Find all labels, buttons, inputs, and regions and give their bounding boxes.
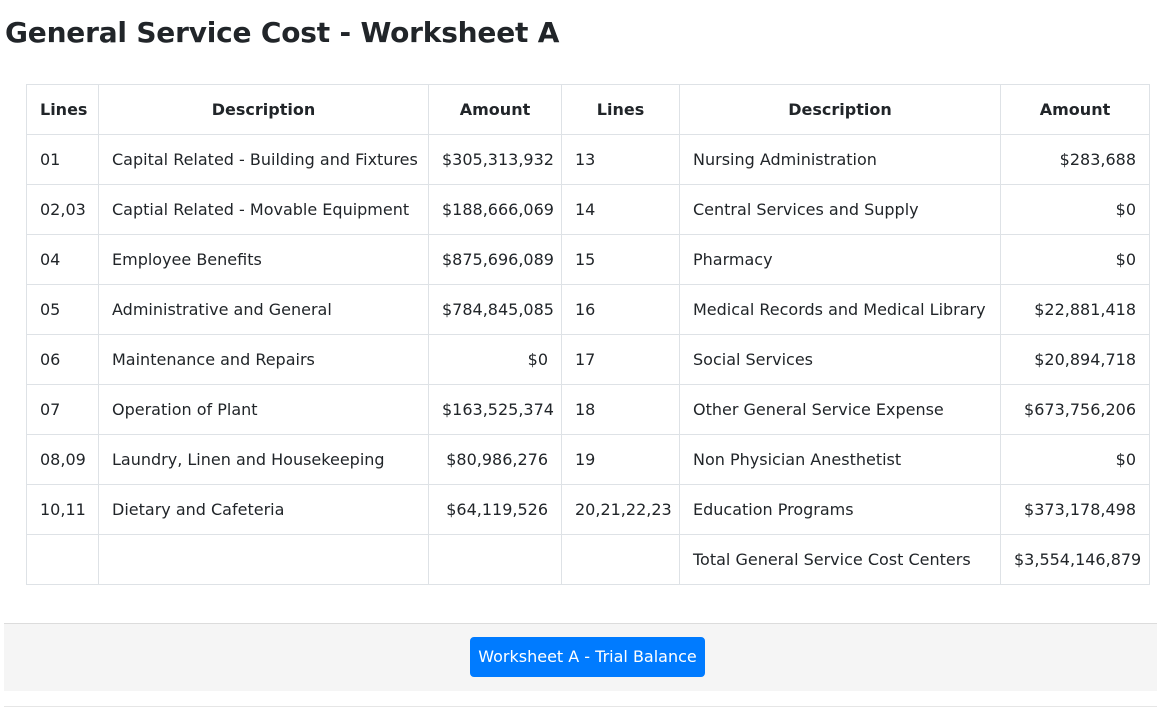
cell-lines: 06: [26, 334, 99, 385]
table-row: 01 Capital Related - Building and Fixtur…: [26, 134, 1150, 185]
cell-amount: $22,881,418: [1000, 284, 1150, 335]
cell-amount: $80,986,276: [428, 434, 562, 485]
table-header: Lines Description Amount Lines Descripti…: [26, 84, 1150, 135]
table-row: 08,09 Laundry, Linen and Housekeeping $8…: [26, 434, 1150, 485]
cell-description: Employee Benefits: [98, 234, 429, 285]
cell-lines: 04: [26, 234, 99, 285]
cell-description: Capital Related - Building and Fixtures: [98, 134, 429, 185]
cell-description: Other General Service Expense: [679, 384, 1001, 435]
cell-lines: 19: [561, 434, 680, 485]
cell-description: Pharmacy: [679, 234, 1001, 285]
cell-amount: $188,666,069: [428, 184, 562, 235]
cell-amount: $0: [1000, 234, 1150, 285]
cell-amount: $875,696,089: [428, 234, 562, 285]
table-row: 04 Employee Benefits $875,696,089 15 Pha…: [26, 234, 1150, 285]
header-amount-right: Amount: [1000, 84, 1150, 135]
cell-lines: 05: [26, 284, 99, 335]
header-description-right: Description: [679, 84, 1001, 135]
cell-description: Education Programs: [679, 484, 1001, 535]
cell-amount: [428, 534, 562, 585]
cell-lines: 14: [561, 184, 680, 235]
cell-description: Administrative and General: [98, 284, 429, 335]
cell-description: Maintenance and Repairs: [98, 334, 429, 385]
page-title: General Service Cost - Worksheet A: [5, 16, 560, 49]
cell-amount: $20,894,718: [1000, 334, 1150, 385]
header-lines-right: Lines: [561, 84, 680, 135]
cell-amount: $673,756,206: [1000, 384, 1150, 435]
table-body: 01 Capital Related - Building and Fixtur…: [26, 134, 1150, 585]
cell-amount: $283,688: [1000, 134, 1150, 185]
header-row: Lines Description Amount Lines Descripti…: [26, 84, 1150, 135]
cell-amount: $373,178,498: [1000, 484, 1150, 535]
cell-lines: 20,21,22,23: [561, 484, 680, 535]
cell-amount: $0: [1000, 434, 1150, 485]
cell-description: [98, 534, 429, 585]
cell-description: Social Services: [679, 334, 1001, 385]
cell-lines: [561, 534, 680, 585]
cell-description: Nursing Administration: [679, 134, 1001, 185]
cell-description: Captial Related - Movable Equipment: [98, 184, 429, 235]
footer-divider: [4, 706, 1157, 707]
cell-amount: $163,525,374: [428, 384, 562, 435]
cell-description: Laundry, Linen and Housekeeping: [98, 434, 429, 485]
worksheet-a-trial-balance-button[interactable]: Worksheet A - Trial Balance: [470, 637, 705, 677]
table-row: 10,11 Dietary and Cafeteria $64,119,526 …: [26, 484, 1150, 535]
cell-amount: $305,313,932: [428, 134, 562, 185]
footer-bar: Worksheet A - Trial Balance: [4, 623, 1157, 691]
total-label: Total General Service Cost Centers: [679, 534, 1001, 585]
cell-lines: 07: [26, 384, 99, 435]
cell-lines: 16: [561, 284, 680, 335]
cell-amount: $0: [428, 334, 562, 385]
cell-amount: $784,845,085: [428, 284, 562, 335]
cell-description: Dietary and Cafeteria: [98, 484, 429, 535]
table-row-total: Total General Service Cost Centers $3,55…: [26, 534, 1150, 585]
worksheet-table: Lines Description Amount Lines Descripti…: [26, 84, 1150, 585]
cell-description: Medical Records and Medical Library: [679, 284, 1001, 335]
cell-lines: 08,09: [26, 434, 99, 485]
table-row: 05 Administrative and General $784,845,0…: [26, 284, 1150, 335]
cell-lines: 15: [561, 234, 680, 285]
cell-lines: 17: [561, 334, 680, 385]
table-row: 06 Maintenance and Repairs $0 17 Social …: [26, 334, 1150, 385]
table-row: 02,03 Captial Related - Movable Equipmen…: [26, 184, 1150, 235]
header-description-left: Description: [98, 84, 429, 135]
worksheet-table-container: Lines Description Amount Lines Descripti…: [26, 84, 1150, 585]
cell-lines: 01: [26, 134, 99, 185]
cell-lines: 10,11: [26, 484, 99, 535]
cell-amount: $64,119,526: [428, 484, 562, 535]
cell-lines: 18: [561, 384, 680, 435]
cell-lines: 13: [561, 134, 680, 185]
cell-lines: [26, 534, 99, 585]
cell-amount: $0: [1000, 184, 1150, 235]
cell-description: Central Services and Supply: [679, 184, 1001, 235]
cell-description: Operation of Plant: [98, 384, 429, 435]
header-lines-left: Lines: [26, 84, 99, 135]
header-amount-left: Amount: [428, 84, 562, 135]
cell-lines: 02,03: [26, 184, 99, 235]
cell-description: Non Physician Anesthetist: [679, 434, 1001, 485]
total-amount: $3,554,146,879: [1000, 534, 1150, 585]
table-row: 07 Operation of Plant $163,525,374 18 Ot…: [26, 384, 1150, 435]
